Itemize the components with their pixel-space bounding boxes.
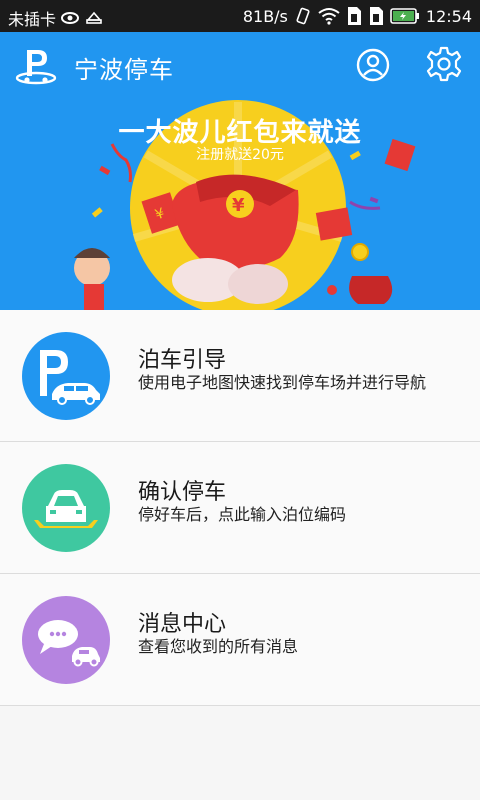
status-bar: 未插卡 81B/s 12:54 bbox=[0, 0, 480, 32]
menu-item-desc: 停好车后，点此输入泊位编码 bbox=[138, 505, 347, 524]
menu-item-title: 消息中心 bbox=[138, 612, 227, 637]
banner-subline: 注册就送20元 bbox=[196, 147, 284, 163]
sim-icon bbox=[369, 7, 383, 25]
app-bar: 宁波停车 bbox=[0, 32, 480, 98]
wifi-icon bbox=[318, 8, 340, 25]
menu-item-title: 确认停车 bbox=[138, 480, 227, 505]
gear-icon[interactable] bbox=[426, 46, 462, 82]
carrier-text: 未插卡 bbox=[8, 10, 57, 29]
user-icon[interactable] bbox=[356, 48, 390, 82]
clock: 12:54 bbox=[425, 6, 472, 26]
menu-item-confirm-parking[interactable]: 确认停车 停好车后，点此输入泊位编码 bbox=[0, 442, 480, 574]
main-menu: 泊车引导 使用电子地图快速找到停车场并进行导航 确认停车 停好车后，点此输入泊位… bbox=[0, 310, 480, 706]
eye-icon bbox=[61, 12, 80, 24]
menu-item-message-center[interactable]: 消息中心 查看您收到的所有消息 bbox=[0, 574, 480, 706]
menu-item-desc: 查看您收到的所有消息 bbox=[138, 637, 299, 656]
menu-item-parking-guide[interactable]: 泊车引导 使用电子地图快速找到停车场并进行导航 bbox=[0, 310, 480, 442]
parked-car-icon bbox=[22, 464, 110, 552]
net-speed: 81B/s bbox=[242, 6, 288, 26]
battery-icon bbox=[390, 8, 419, 24]
parking-logo-icon bbox=[15, 50, 57, 85]
svg-text:¥: ¥ bbox=[232, 195, 245, 216]
menu-item-desc: 使用电子地图快速找到停车场并进行导航 bbox=[138, 373, 427, 392]
app-title: 宁波停车 bbox=[74, 56, 174, 84]
promo-banner[interactable]: ¥ ¥ 一大波儿红包来就送 注册就送20元 bbox=[0, 98, 480, 310]
menu-item-title: 泊车引导 bbox=[138, 348, 227, 373]
usb-icon bbox=[86, 11, 102, 24]
vibrate-icon bbox=[296, 7, 310, 25]
parking-car-icon bbox=[22, 332, 110, 420]
sim-icon bbox=[347, 7, 361, 25]
message-car-icon bbox=[22, 596, 110, 684]
